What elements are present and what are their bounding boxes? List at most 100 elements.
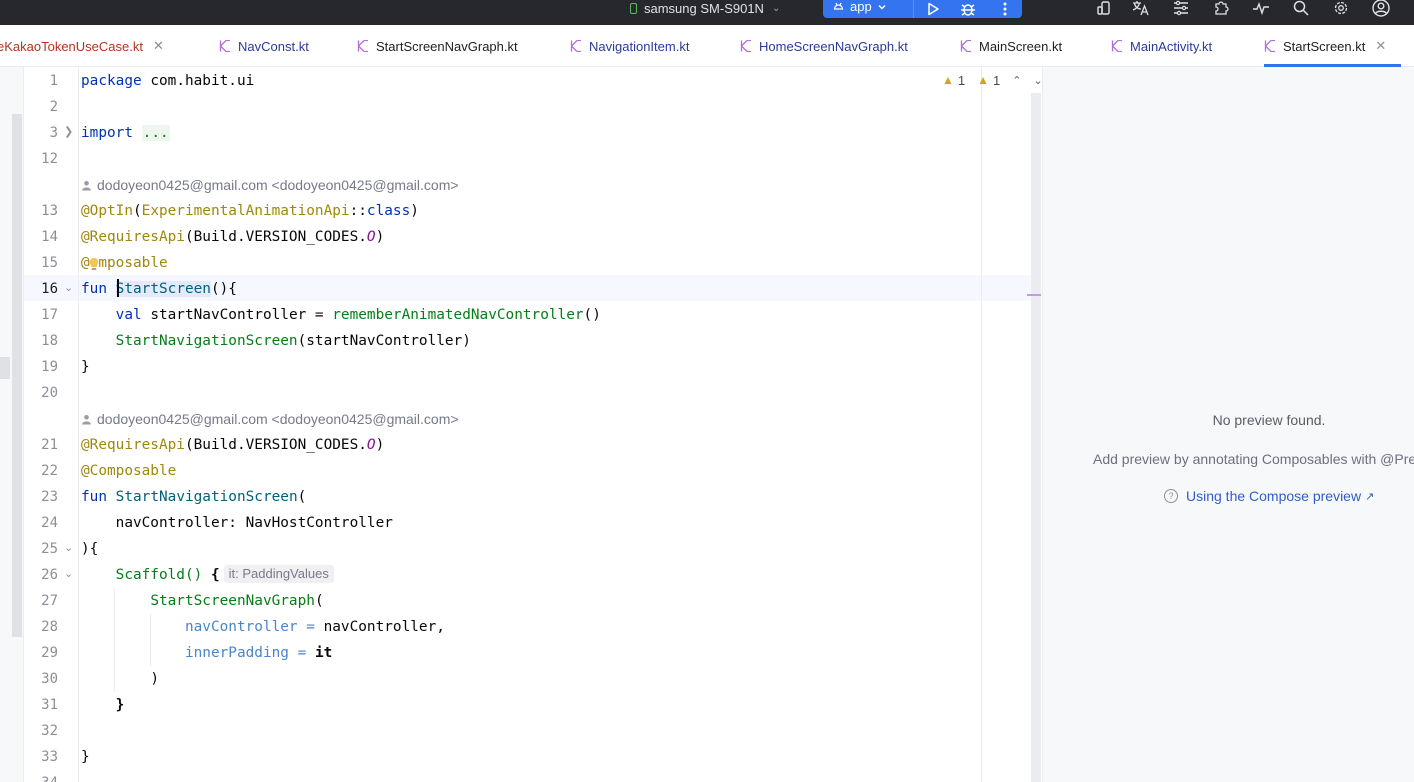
lightbulb-icon[interactable] xyxy=(88,257,100,271)
punctuation: = xyxy=(297,619,324,635)
gear-icon xyxy=(1334,1,1348,15)
line-number: 17 xyxy=(41,307,58,323)
device-manager-button[interactable] xyxy=(1093,0,1115,19)
tab-label: NavConst.kt xyxy=(238,38,309,54)
code-line[interactable]: navController: NavHostController xyxy=(81,510,393,536)
line-number: 34 xyxy=(24,770,58,782)
tool-window-handle[interactable] xyxy=(0,357,10,379)
phone-icon xyxy=(630,2,637,14)
code-line[interactable]: navController = navController, xyxy=(81,614,445,640)
code-line[interactable]: @Composable xyxy=(81,458,176,484)
tab-kakao-token-use-case[interactable]: eKakaoTokenUseCase.kt ✕ xyxy=(0,25,164,67)
search-button[interactable] xyxy=(1290,0,1312,19)
identifier: ExperimentalAnimationApi xyxy=(141,203,350,219)
line-number: 14 xyxy=(41,229,58,245)
punctuation: ) xyxy=(375,437,385,453)
constant: O xyxy=(366,229,376,245)
punctuation: } xyxy=(81,359,90,375)
run-config-selector[interactable]: app xyxy=(833,0,893,14)
editor-tab-bar: eKakaoTokenUseCase.kt ✕ NavConst.kt Star… xyxy=(0,25,1414,67)
code-line[interactable]: @RequiresApi(Build.VERSION_CODES.O) xyxy=(81,224,384,250)
settings-button[interactable] xyxy=(1330,0,1352,19)
app-inspection-button[interactable] xyxy=(1210,0,1232,19)
line-number: 28 xyxy=(41,619,58,635)
code-line[interactable]: fun StartNavigationScreen( xyxy=(81,484,306,510)
keyword: class xyxy=(366,203,411,219)
device-manager-icon xyxy=(1097,1,1110,15)
close-icon[interactable]: ✕ xyxy=(1375,38,1386,54)
code-line[interactable]: StartNavigationScreen(startNavController… xyxy=(81,328,471,354)
code-line[interactable]: StartScreenNavGraph( xyxy=(81,588,323,614)
line-number: 13 xyxy=(41,203,58,219)
code-line[interactable]: val startNavController = rememberAnimate… xyxy=(81,302,601,328)
text-caret xyxy=(117,279,119,297)
inlay-type-hint[interactable]: it: PaddingValues xyxy=(223,565,334,583)
fold-collapse-icon[interactable]: ⌄ xyxy=(64,535,76,561)
tab-home-screen-nav-graph[interactable]: HomeScreenNavGraph.kt xyxy=(740,25,908,67)
structure-button[interactable] xyxy=(1170,0,1192,19)
pulse-icon xyxy=(1253,1,1269,16)
function-call: StartNavigationScreen xyxy=(115,333,298,349)
weak-warning-count: 1 xyxy=(993,72,1001,88)
tab-navigation-item[interactable]: NavigationItem.kt xyxy=(570,25,689,67)
more-actions-button[interactable] xyxy=(995,0,1015,18)
line-number: 23 xyxy=(41,489,58,505)
code-line[interactable]: Scaffold() {it: PaddingValues xyxy=(81,562,334,588)
code-line[interactable]: import ... xyxy=(81,120,170,146)
fold-collapse-icon[interactable]: ⌄ xyxy=(64,275,76,301)
weak-warning-icon: ▲ xyxy=(977,73,990,87)
debug-button[interactable] xyxy=(958,0,978,18)
scrollbar-marker xyxy=(1027,294,1041,296)
run-button[interactable] xyxy=(923,0,943,18)
punctuation: () xyxy=(583,307,601,323)
line-number: 20 xyxy=(41,385,58,401)
device-selector[interactable]: samsung SM-S901N ⌄ xyxy=(630,0,780,16)
link-label: Using the Compose preview xyxy=(1186,488,1362,504)
play-icon xyxy=(928,2,939,16)
annotation: @RequiresApi xyxy=(81,437,185,453)
inspection-widget[interactable]: ▲ 1 ▲ 1 ⌃ ⌄ xyxy=(942,71,1043,89)
tab-main-screen[interactable]: MainScreen.kt xyxy=(960,25,1062,67)
line-number: 1 xyxy=(49,73,58,89)
code-author-hint[interactable]: dodoyeon0425@gmail.com <dodoyeon0425@gma… xyxy=(81,172,459,198)
folded-imports[interactable]: ... xyxy=(141,125,170,141)
code-line[interactable]: } xyxy=(81,744,90,770)
code-line[interactable]: innerPadding = it xyxy=(81,640,332,666)
tab-label: MainActivity.kt xyxy=(1130,38,1213,54)
annotation: @Composable xyxy=(81,463,177,479)
kotlin-file-icon xyxy=(960,40,971,52)
code-line[interactable]: ) xyxy=(81,666,159,692)
tab-label: MainScreen.kt xyxy=(979,38,1063,54)
tab-start-screen[interactable]: StartScreen.kt ✕ xyxy=(1264,25,1402,67)
tab-main-activity[interactable]: MainActivity.kt xyxy=(1111,25,1212,67)
analytics-button[interactable] xyxy=(1250,0,1272,19)
fold-expand-icon[interactable]: ❯ xyxy=(64,119,76,145)
translate-button[interactable] xyxy=(1130,0,1152,19)
code-author-hint[interactable]: dodoyeon0425@gmail.com <dodoyeon0425@gma… xyxy=(81,406,459,432)
compose-preview-link[interactable]: ? Using the Compose preview ↗ xyxy=(1164,488,1374,504)
code-line[interactable]: ){ xyxy=(81,536,98,562)
previous-highlight-icon[interactable]: ⌃ xyxy=(1012,74,1021,87)
tab-start-screen-nav-graph[interactable]: StartScreenNavGraph.kt xyxy=(357,25,518,67)
line-number: 3 xyxy=(49,125,58,141)
code-line[interactable]: } xyxy=(81,692,125,718)
keyword: fun xyxy=(81,281,107,297)
code-line[interactable]: @RequiresApi(Build.VERSION_CODES.O) xyxy=(81,432,384,458)
preview-hint: Add preview by annotating Composables wi… xyxy=(1093,451,1414,467)
punctuation: } xyxy=(115,697,125,713)
code-line[interactable]: } xyxy=(81,354,90,380)
editor-scrollbar[interactable] xyxy=(1031,93,1041,782)
code-line-current[interactable]: fun StartScreen(){ xyxy=(81,276,237,302)
code-line[interactable]: package com.habit.ui xyxy=(81,68,254,94)
line-number: 32 xyxy=(41,723,58,739)
kotlin-file-icon xyxy=(740,40,751,52)
run-widget: app xyxy=(823,0,1022,18)
punctuation: = xyxy=(288,645,315,661)
fold-collapse-icon[interactable]: ⌄ xyxy=(64,561,76,587)
code-line[interactable]: @OptIn(ExperimentalAnimationApi::class) xyxy=(81,198,419,224)
account-button[interactable] xyxy=(1370,0,1392,19)
tab-nav-const[interactable]: NavConst.kt xyxy=(219,25,309,67)
punctuation: ) xyxy=(410,203,419,219)
close-icon[interactable]: ✕ xyxy=(153,38,164,54)
punctuation: ) xyxy=(375,229,385,245)
